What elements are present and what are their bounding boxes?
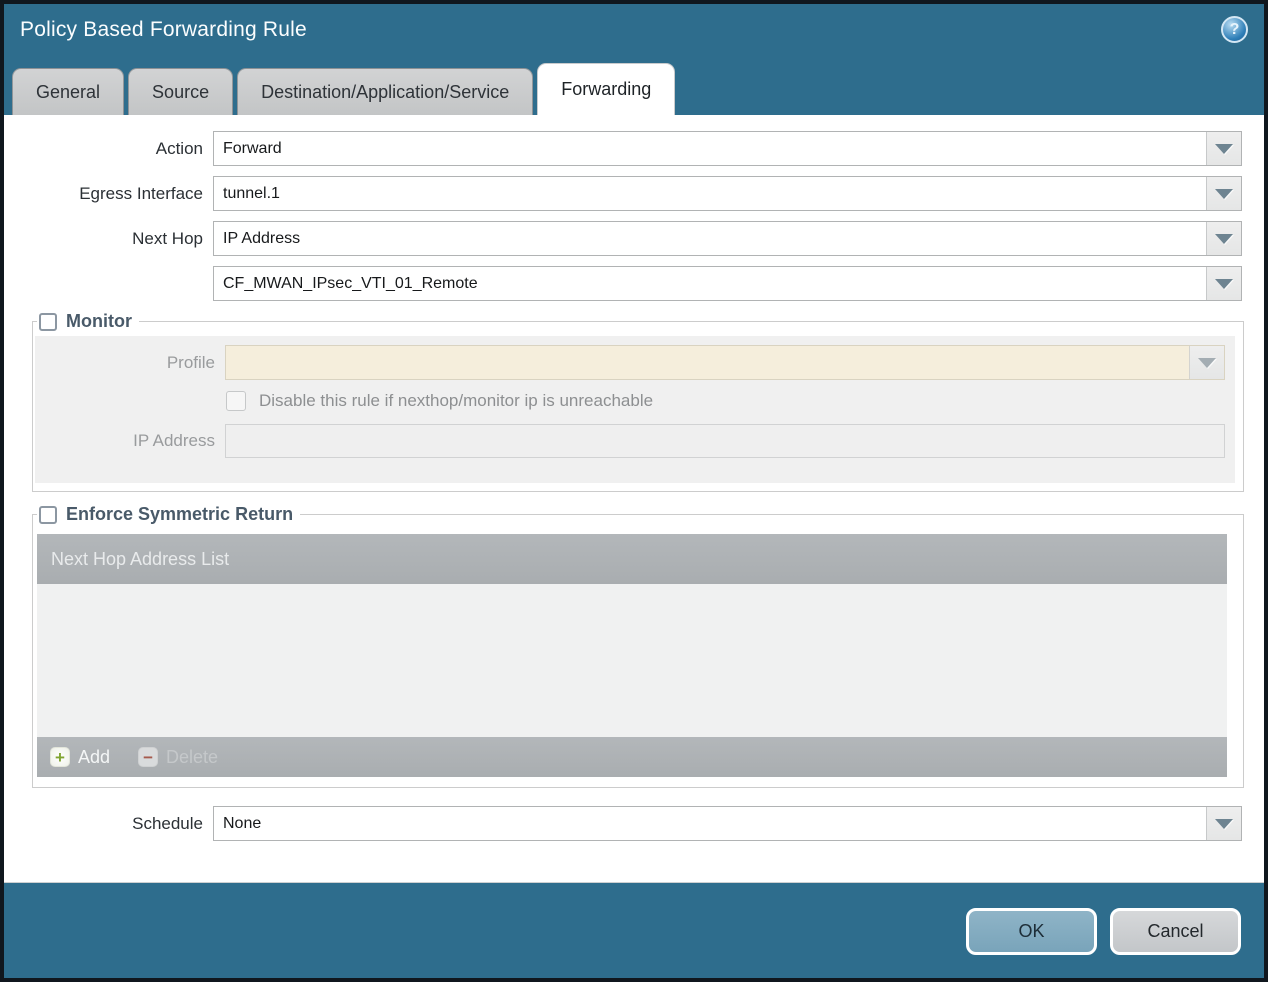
tab-forwarding[interactable]: Forwarding — [537, 63, 676, 115]
add-button-label: Add — [78, 746, 111, 767]
next-hop-label: Next Hop — [132, 228, 203, 248]
profile-dropdown-trigger[interactable] — [1189, 346, 1224, 379]
next-hop-type-value[interactable]: IP Address — [214, 222, 1206, 255]
grid-toolbar: + Add − Delete — [37, 737, 1227, 777]
grid-body-empty[interactable] — [37, 584, 1227, 737]
monitor-panel: Profile Disable this rule if nexthop/mon… — [35, 336, 1235, 483]
tab-source[interactable]: Source — [128, 68, 234, 115]
monitor-ip-row: IP Address — [35, 423, 1225, 458]
tab-strip: General Source Destination/Application/S… — [4, 56, 1264, 115]
disable-rule-label: Disable this rule if nexthop/monitor ip … — [259, 391, 654, 410]
egress-interface-value[interactable]: tunnel.1 — [214, 177, 1206, 210]
chevron-down-icon — [1215, 278, 1233, 289]
next-hop-address-combobox[interactable]: CF_MWAN_IPsec_VTI_01_Remote — [213, 266, 1242, 301]
next-hop-type-combobox[interactable]: IP Address — [213, 221, 1242, 256]
help-icon[interactable]: ? — [1221, 16, 1248, 43]
action-label: Action — [155, 138, 203, 158]
action-combobox[interactable]: Forward — [213, 131, 1242, 166]
monitor-checkbox[interactable] — [39, 312, 57, 331]
schedule-combobox[interactable]: None — [213, 806, 1242, 841]
monitor-ip-input[interactable] — [225, 423, 1225, 458]
chevron-down-icon — [1215, 143, 1233, 154]
dialog-title: Policy Based Forwarding Rule — [20, 18, 307, 41]
chevron-down-icon — [1215, 818, 1233, 829]
action-dropdown-trigger[interactable] — [1206, 132, 1241, 165]
schedule-value[interactable]: None — [214, 807, 1206, 840]
next-hop-type-dropdown-trigger[interactable] — [1206, 222, 1241, 255]
dialog-title-bar: Policy Based Forwarding Rule ? — [4, 4, 1264, 56]
chevron-down-icon — [1215, 188, 1233, 199]
next-hop-address-row: CF_MWAN_IPsec_VTI_01_Remote — [4, 266, 1242, 301]
tab-destination-application-service[interactable]: Destination/Application/Service — [237, 68, 534, 115]
symmetric-return-checkbox[interactable] — [39, 505, 57, 524]
minus-icon: − — [138, 747, 159, 767]
cancel-button[interactable]: Cancel — [1110, 908, 1241, 955]
egress-interface-dropdown-trigger[interactable] — [1206, 177, 1241, 210]
schedule-row: Schedule None — [4, 806, 1242, 841]
profile-row: Profile — [35, 345, 1225, 380]
symmetric-return-legend-label: Enforce Symmetric Return — [66, 504, 294, 524]
schedule-dropdown-trigger[interactable] — [1206, 807, 1241, 840]
monitor-legend-label: Monitor — [66, 311, 132, 331]
symmetric-return-fieldset: Enforce Symmetric Return Next Hop Addres… — [32, 504, 1244, 788]
egress-interface-combobox[interactable]: tunnel.1 — [213, 176, 1242, 211]
tab-general[interactable]: General — [12, 68, 125, 115]
profile-label: Profile — [166, 352, 215, 372]
disable-rule-row: Disable this rule if nexthop/monitor ip … — [226, 391, 1225, 411]
profile-value[interactable] — [226, 346, 1189, 379]
delete-button-label: Delete — [166, 746, 219, 767]
monitor-ip-label: IP Address — [133, 430, 215, 450]
monitor-legend: Monitor — [37, 311, 139, 332]
action-row: Action Forward — [4, 131, 1242, 166]
chevron-down-icon — [1198, 357, 1216, 368]
egress-interface-label: Egress Interface — [79, 183, 203, 203]
symmetric-return-legend: Enforce Symmetric Return — [37, 504, 300, 525]
action-value[interactable]: Forward — [214, 132, 1206, 165]
delete-button[interactable]: − Delete — [138, 747, 218, 768]
next-hop-address-grid: Next Hop Address List + Add − Delete — [37, 534, 1227, 777]
plus-icon: + — [50, 747, 70, 767]
egress-interface-row: Egress Interface tunnel.1 — [4, 176, 1242, 211]
grid-column-header: Next Hop Address List — [37, 534, 1227, 584]
forwarding-tab-panel: Action Forward Egress Interface tunnel.1… — [4, 115, 1264, 883]
next-hop-address-value[interactable]: CF_MWAN_IPsec_VTI_01_Remote — [214, 267, 1206, 300]
grid-header-label: Next Hop Address List — [51, 548, 230, 569]
next-hop-row: Next Hop IP Address — [4, 221, 1242, 256]
disable-rule-checkbox[interactable] — [226, 391, 246, 411]
monitor-ip-value[interactable] — [226, 425, 1224, 457]
pbf-rule-dialog: Policy Based Forwarding Rule ? General S… — [0, 0, 1268, 982]
chevron-down-icon — [1215, 233, 1233, 244]
dialog-footer: OK Cancel — [4, 883, 1264, 978]
schedule-label: Schedule — [132, 813, 203, 833]
profile-combobox[interactable] — [225, 345, 1225, 380]
add-button[interactable]: + Add — [50, 747, 110, 768]
next-hop-address-dropdown-trigger[interactable] — [1206, 267, 1241, 300]
monitor-fieldset: Monitor Profile Disable this rule if nex… — [32, 311, 1244, 492]
ok-button[interactable]: OK — [966, 908, 1097, 955]
